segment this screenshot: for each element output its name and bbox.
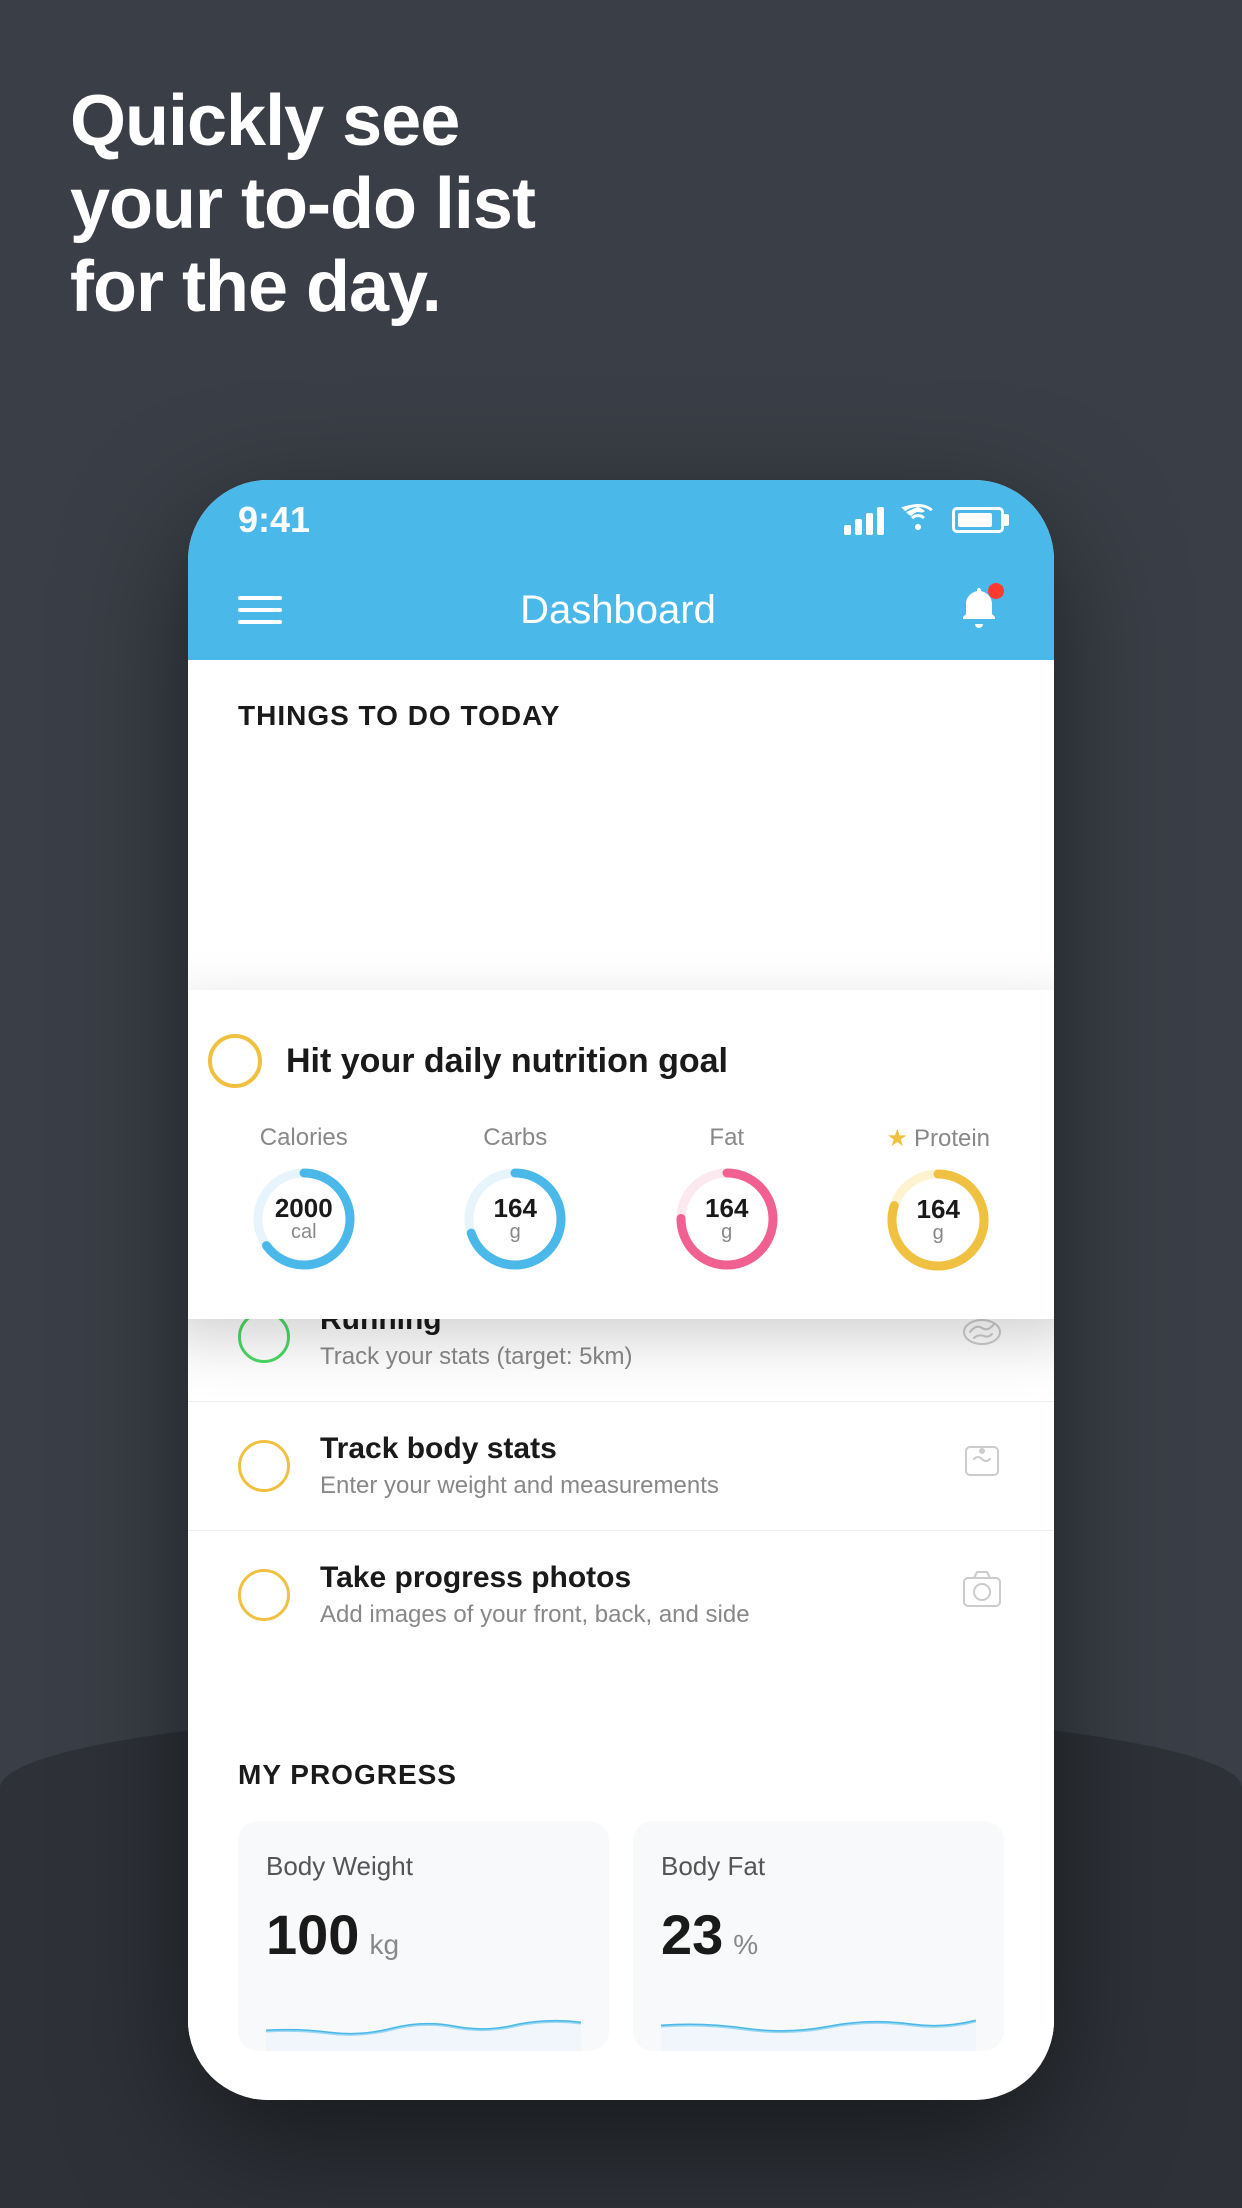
fat-unit: g (705, 1221, 748, 1244)
nav-title: Dashboard (520, 588, 716, 633)
fat-label: Fat (709, 1124, 744, 1152)
hero-line1: Quickly see (70, 80, 535, 163)
todo-body-stats[interactable]: Track body stats Enter your weight and m… (188, 1401, 1054, 1530)
todo-photos-checkbox[interactable] (238, 1569, 290, 1621)
todo-progress-photos[interactable]: Take progress photos Add images of your … (188, 1530, 1054, 1659)
body-weight-value: 100 (266, 1902, 359, 1967)
body-weight-title: Body Weight (266, 1851, 581, 1882)
star-icon: ★ (886, 1124, 908, 1153)
hero-text: Quickly see your to-do list for the day. (70, 80, 535, 328)
body-weight-chart (266, 1991, 581, 2051)
todo-list: Running Track your stats (target: 5km) T… (188, 1272, 1054, 1659)
wifi-icon (900, 502, 936, 538)
notification-button[interactable] (954, 583, 1004, 638)
status-time: 9:41 (238, 499, 310, 541)
todo-running-subtitle: Track your stats (target: 5km) (320, 1343, 930, 1371)
nutrition-calories: Calories 2000 cal (249, 1124, 359, 1275)
todo-stats-title: Track body stats (320, 1432, 930, 1466)
protein-chart: 164 g (883, 1165, 993, 1275)
protein-label: ★ Protein (886, 1124, 990, 1153)
body-fat-title: Body Fat (661, 1851, 976, 1882)
carbs-label: Carbs (483, 1124, 547, 1152)
calories-chart: 2000 cal (249, 1164, 359, 1274)
battery-icon (952, 507, 1004, 533)
progress-header: MY PROGRESS (218, 1759, 1024, 1791)
phone-frame: 9:41 Dashboard (188, 480, 1054, 2100)
carbs-unit: g (494, 1221, 537, 1244)
main-content: THINGS TO DO TODAY Hit your daily nutrit… (188, 660, 1054, 2100)
task-checkbox[interactable] (208, 1034, 262, 1088)
todo-photos-subtitle: Add images of your front, back, and side (320, 1601, 930, 1629)
body-fat-chart (661, 1991, 976, 2051)
nutrition-card-title: Hit your daily nutrition goal (286, 1042, 728, 1081)
scale-icon (960, 1439, 1004, 1493)
fat-chart: 164 g (672, 1164, 782, 1274)
progress-cards: Body Weight 100 kg Body Fat (218, 1821, 1024, 2051)
progress-section: MY PROGRESS Body Weight 100 kg (188, 1719, 1054, 2081)
menu-button[interactable] (238, 596, 282, 624)
body-fat-value: 23 (661, 1902, 723, 1967)
protein-value: 164 (917, 1196, 960, 1222)
calories-unit: cal (275, 1221, 333, 1244)
todo-photos-title: Take progress photos (320, 1561, 930, 1595)
calories-label: Calories (260, 1124, 348, 1152)
signal-icon (844, 505, 884, 535)
protein-unit: g (917, 1222, 960, 1245)
status-icons (844, 502, 1004, 538)
fat-value: 164 (705, 1195, 748, 1221)
todo-stats-subtitle: Enter your weight and measurements (320, 1472, 930, 1500)
nav-bar: Dashboard (188, 560, 1054, 660)
todo-stats-checkbox[interactable] (238, 1440, 290, 1492)
carbs-chart: 164 g (460, 1164, 570, 1274)
nutrition-carbs: Carbs 164 g (460, 1124, 570, 1275)
nutrition-protein: ★ Protein 164 g (883, 1124, 993, 1275)
nutrition-card: Hit your daily nutrition goal Calories 2… (188, 990, 1054, 1319)
hero-line3: for the day. (70, 246, 535, 329)
body-fat-unit: % (733, 1929, 758, 1961)
status-bar: 9:41 (188, 480, 1054, 560)
nutrition-fat: Fat 164 g (672, 1124, 782, 1275)
hero-line2: your to-do list (70, 163, 535, 246)
body-weight-card[interactable]: Body Weight 100 kg (238, 1821, 609, 2051)
body-weight-unit: kg (369, 1929, 399, 1961)
calories-value: 2000 (275, 1195, 333, 1221)
carbs-value: 164 (494, 1195, 537, 1221)
notification-dot (988, 583, 1004, 599)
photo-icon (960, 1568, 1004, 1622)
body-fat-card[interactable]: Body Fat 23 % (633, 1821, 1004, 2051)
things-to-do-header: THINGS TO DO TODAY (188, 660, 1054, 752)
nutrition-grid: Calories 2000 cal Carbs (208, 1124, 1034, 1275)
